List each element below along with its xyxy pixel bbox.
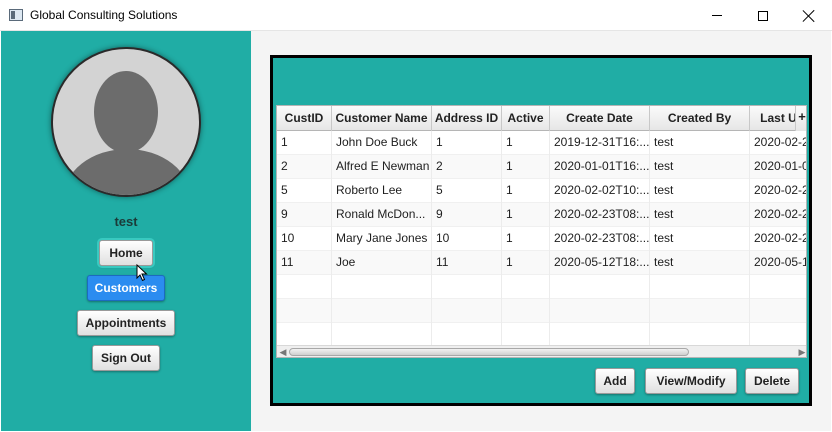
table-cell: 2020-02-23T08:... xyxy=(550,203,650,227)
table-cell: 5 xyxy=(432,179,502,203)
appointments-button[interactable]: Appointments xyxy=(77,310,175,336)
table-cell: 2020-01-0 xyxy=(750,155,806,179)
table-cell: 9 xyxy=(432,203,502,227)
scroll-right-icon[interactable]: ▶ xyxy=(797,347,806,357)
customers-button[interactable]: Customers xyxy=(87,275,165,301)
home-button[interactable]: Home xyxy=(99,240,153,266)
table-cell: test xyxy=(650,227,750,251)
table-cell: 1 xyxy=(502,155,550,179)
table-cell: 5 xyxy=(277,179,332,203)
table-cell: Ronald McDon... xyxy=(332,203,432,227)
table-cell: 2020-02-2 xyxy=(750,227,806,251)
empty-row xyxy=(277,323,806,347)
table-cell: 1 xyxy=(502,179,550,203)
table-cell: test xyxy=(650,179,750,203)
table-cell: 2020-02-2 xyxy=(750,203,806,227)
table-header: CustID Customer Name Address ID Active C… xyxy=(277,106,806,131)
column-menu-button[interactable]: + xyxy=(795,106,806,131)
table-row[interactable]: 1 John Doe Buck 1 1 2019-12-31T16:... te… xyxy=(277,131,806,155)
minimize-button[interactable] xyxy=(694,0,740,31)
table-cell: 2020-02-2 xyxy=(750,179,806,203)
horizontal-scrollbar[interactable]: ◀ ▶ xyxy=(277,345,806,357)
table-body: 1 John Doe Buck 1 1 2019-12-31T16:... te… xyxy=(277,131,806,347)
table-row[interactable]: 9 Ronald McDon... 9 1 2020-02-23T08:... … xyxy=(277,203,806,227)
title-bar: Global Consulting Solutions xyxy=(0,0,832,31)
table-cell: John Doe Buck xyxy=(332,131,432,155)
table-cell: Joe xyxy=(332,251,432,275)
column-header-address-id[interactable]: Address ID xyxy=(432,106,502,131)
table-cell: 11 xyxy=(277,251,332,275)
table-cell: 2020-05-1 xyxy=(750,251,806,275)
customer-table[interactable]: CustID Customer Name Address ID Active C… xyxy=(276,105,807,358)
table-cell: 1 xyxy=(277,131,332,155)
sidebar: test Home Customers Appointments Sign Ou… xyxy=(1,31,251,431)
view-modify-button[interactable]: View/Modify xyxy=(645,368,737,394)
table-cell: 10 xyxy=(432,227,502,251)
column-header-customer-name[interactable]: Customer Name xyxy=(332,106,432,131)
table-cell: test xyxy=(650,203,750,227)
avatar-head xyxy=(94,71,158,153)
close-button[interactable] xyxy=(786,0,832,31)
table-cell: 2020-02-02T10:... xyxy=(550,179,650,203)
sign-out-button[interactable]: Sign Out xyxy=(92,345,160,371)
table-row[interactable]: 11 Joe 11 1 2020-05-12T18:... test 2020-… xyxy=(277,251,806,275)
table-cell: 9 xyxy=(277,203,332,227)
table-cell: test xyxy=(650,251,750,275)
table-cell: 2020-01-01T16:... xyxy=(550,155,650,179)
table-cell: 2020-02-23T08:... xyxy=(550,227,650,251)
table-cell: test xyxy=(650,131,750,155)
table-row[interactable]: 5 Roberto Lee 5 1 2020-02-02T10:... test… xyxy=(277,179,806,203)
customer-panel: CustID Customer Name Address ID Active C… xyxy=(270,55,812,406)
scroll-left-icon[interactable]: ◀ xyxy=(278,347,288,357)
add-button[interactable]: Add xyxy=(595,368,635,394)
table-cell: 2020-02-2 xyxy=(750,131,806,155)
username-label: test xyxy=(114,214,138,229)
close-icon xyxy=(803,10,815,22)
table-cell: 1 xyxy=(502,251,550,275)
table-cell: 1 xyxy=(432,131,502,155)
table-cell: 10 xyxy=(277,227,332,251)
table-row[interactable]: 10 Mary Jane Jones 10 1 2020-02-23T08:..… xyxy=(277,227,806,251)
table-cell: 1 xyxy=(502,203,550,227)
main-content: CustID Customer Name Address ID Active C… xyxy=(251,31,831,431)
table-cell: 2 xyxy=(432,155,502,179)
table-row[interactable]: 2 Alfred E Newman 2 1 2020-01-01T16:... … xyxy=(277,155,806,179)
maximize-button[interactable] xyxy=(740,0,786,31)
window-title: Global Consulting Solutions xyxy=(30,8,178,22)
delete-button[interactable]: Delete xyxy=(745,368,799,394)
avatar-body xyxy=(63,149,191,195)
app-window-icon xyxy=(9,9,23,21)
table-cell: 1 xyxy=(502,131,550,155)
table-cell: 2 xyxy=(277,155,332,179)
column-header-active[interactable]: Active xyxy=(502,106,550,131)
table-cell: 1 xyxy=(502,227,550,251)
scrollbar-thumb[interactable] xyxy=(289,348,689,356)
table-cell: test xyxy=(650,155,750,179)
maximize-icon xyxy=(758,10,768,21)
column-header-create-date[interactable]: Create Date xyxy=(550,106,650,131)
table-cell: Alfred E Newman xyxy=(332,155,432,179)
empty-row xyxy=(277,275,806,299)
minimize-icon xyxy=(712,15,722,16)
table-cell: Mary Jane Jones xyxy=(332,227,432,251)
table-cell: 2019-12-31T16:... xyxy=(550,131,650,155)
column-header-created-by[interactable]: Created By xyxy=(650,106,750,131)
column-header-custid[interactable]: CustID xyxy=(277,106,332,131)
empty-row xyxy=(277,299,806,323)
mouse-pointer-icon xyxy=(136,264,148,282)
table-cell: Roberto Lee xyxy=(332,179,432,203)
table-cell: 11 xyxy=(432,251,502,275)
user-silhouette-icon xyxy=(51,47,201,197)
table-cell: 2020-05-12T18:... xyxy=(550,251,650,275)
